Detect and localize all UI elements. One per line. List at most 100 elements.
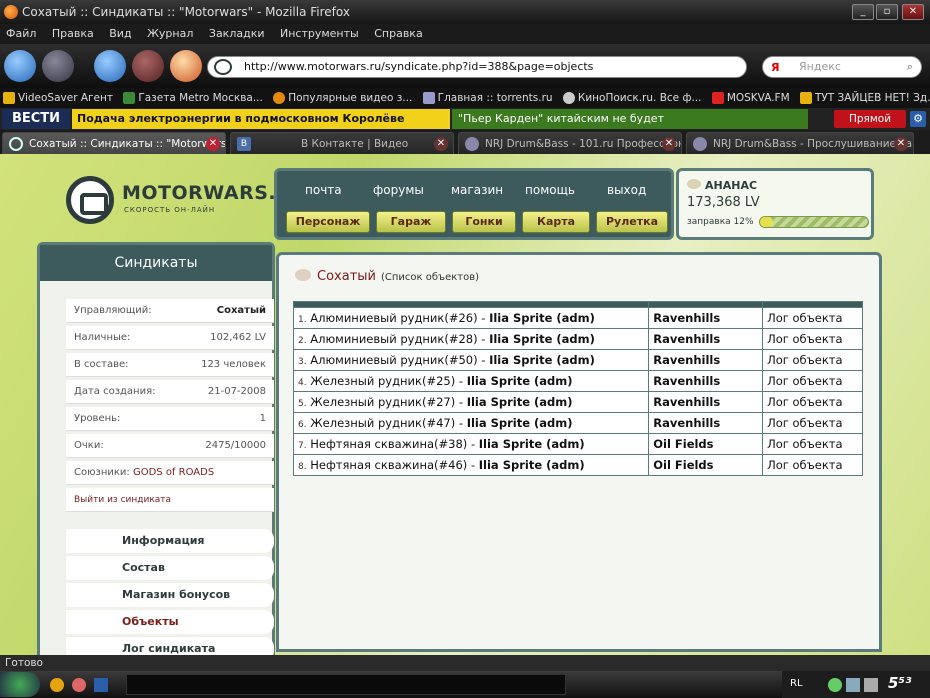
object-region[interactable]: Ravenhills	[653, 416, 720, 430]
news-ticker-2[interactable]: "Пьер Карден" китайским не будет	[452, 109, 808, 129]
start-button[interactable]	[0, 672, 40, 697]
object-name[interactable]: Железный рудник(#27)	[310, 395, 455, 409]
menu-file[interactable]: Файл	[0, 24, 42, 44]
search-icon[interactable]: ⌕	[907, 57, 913, 77]
search-input[interactable]: Я Яндекс ⌕	[762, 56, 922, 78]
object-owner[interactable]: Ilia Sprite (adm)	[467, 374, 573, 388]
bookmark-item[interactable]: Главная :: torrents.ru	[420, 88, 557, 108]
tray-icon[interactable]	[864, 678, 878, 692]
back-icon[interactable]	[4, 50, 36, 82]
bookmark-item[interactable]: ТУТ ЗАЙЦЕВ НЕТ! Зд...	[797, 88, 930, 108]
live-broadcast-button[interactable]: Прямой эфир	[834, 110, 906, 143]
bookmark-item[interactable]: Популярные видео з...	[270, 88, 416, 108]
btn-map[interactable]: Карта	[522, 211, 590, 233]
close-tab-icon[interactable]: ✕	[206, 137, 220, 151]
manager-link[interactable]: Сохатый	[217, 299, 266, 323]
quicklaunch-icon[interactable]	[72, 678, 86, 692]
nav-help[interactable]: помощь	[525, 183, 575, 197]
object-region[interactable]: Ravenhills	[653, 353, 720, 367]
clock: 5⁵³	[888, 674, 912, 692]
allies-link[interactable]: GODS of ROADS	[133, 467, 214, 478]
object-owner[interactable]: Ilia Sprite (adm)	[489, 353, 595, 367]
object-region[interactable]: Oil Fields	[653, 437, 713, 451]
menu-history[interactable]: Журнал	[141, 24, 199, 44]
bookmark-item[interactable]: VideoSaver Агент	[0, 88, 117, 108]
close-button[interactable]: ✕	[902, 4, 924, 20]
maximize-button[interactable]: ▫	[876, 4, 898, 20]
object-name[interactable]: Алюминиевый рудник(#26)	[310, 311, 477, 325]
object-owner[interactable]: Ilia Sprite (adm)	[479, 458, 585, 472]
object-region[interactable]: Ravenhills	[653, 332, 720, 346]
object-log-link[interactable]: Лог объекта	[767, 353, 842, 367]
object-name[interactable]: Железный рудник(#25)	[310, 374, 455, 388]
object-log-link[interactable]: Лог объекта	[767, 416, 842, 430]
reload-icon[interactable]	[94, 50, 126, 82]
taskbar-window-buttons[interactable]	[126, 674, 566, 695]
object-name[interactable]: Железный рудник(#47)	[310, 416, 455, 430]
object-log-link[interactable]: Лог объекта	[767, 374, 842, 388]
menu-edit[interactable]: Правка	[46, 24, 100, 44]
gear-icon[interactable]: ⚙	[910, 111, 926, 127]
object-name[interactable]: Алюминиевый рудник(#28)	[310, 332, 477, 346]
object-name[interactable]: Нефтяная скважина(#38)	[310, 437, 467, 451]
menu-syndicate-log[interactable]: Лог синдиката	[66, 637, 274, 655]
menu-bookmarks[interactable]: Закладки	[203, 24, 271, 44]
object-log-link[interactable]: Лог объекта	[767, 395, 842, 409]
bookmark-item[interactable]: Газета Metro Москва...	[120, 88, 267, 108]
close-tab-icon[interactable]: ✕	[662, 137, 676, 151]
close-tab-icon[interactable]: ✕	[894, 137, 908, 151]
tray-icon[interactable]	[828, 678, 842, 692]
object-log-link[interactable]: Лог объекта	[767, 311, 842, 325]
site-logo[interactable]: MOTORWARS.RU СКОРОСТЬ ОН-ЛАЙН	[66, 176, 307, 224]
object-owner[interactable]: Ilia Sprite (adm)	[489, 311, 595, 325]
menu-bonus-shop[interactable]: Магазин бонусов	[66, 583, 274, 607]
user-name[interactable]: АНАНАС	[705, 179, 757, 192]
nav-logout[interactable]: выход	[607, 183, 646, 197]
nav-shop[interactable]: магазин	[451, 183, 503, 197]
object-region[interactable]: Oil Fields	[653, 458, 713, 472]
minimize-button[interactable]: _	[852, 4, 874, 20]
menu-view[interactable]: Вид	[103, 24, 137, 44]
object-region[interactable]: Ravenhills	[653, 311, 720, 325]
object-owner[interactable]: Ilia Sprite (adm)	[489, 332, 595, 346]
menu-information[interactable]: Информация	[66, 529, 274, 553]
object-name[interactable]: Нефтяная скважина(#46)	[310, 458, 467, 472]
object-owner[interactable]: Ilia Sprite (adm)	[467, 416, 573, 430]
word-icon[interactable]	[94, 678, 108, 692]
menu-members[interactable]: Состав	[66, 556, 274, 580]
vesti-logo[interactable]: ВЕСТИ	[2, 109, 70, 129]
btn-races[interactable]: Гонки	[452, 211, 516, 233]
object-log-link[interactable]: Лог объекта	[767, 437, 842, 451]
quicklaunch-icon[interactable]	[50, 678, 64, 692]
object-region[interactable]: Ravenhills	[653, 395, 720, 409]
url-input[interactable]: http://www.motorwars.ru/syndicate.php?id…	[207, 56, 747, 78]
object-owner[interactable]: Ilia Sprite (adm)	[479, 437, 585, 451]
nav-mail[interactable]: почта	[305, 183, 342, 197]
menu-tools[interactable]: Инструменты	[274, 24, 365, 44]
close-tab-icon[interactable]: ✕	[434, 137, 448, 151]
btn-garage[interactable]: Гараж	[376, 211, 446, 233]
object-log-link[interactable]: Лог объекта	[767, 332, 842, 346]
bookmark-item[interactable]: КиноПоиск.ru. Все ф...	[560, 88, 706, 108]
tab-nrj-listen[interactable]: NRJ Drum&Bass - Прослушивание кан... ✕	[686, 132, 914, 154]
object-owner[interactable]: Ilia Sprite (adm)	[467, 395, 573, 409]
bookmark-item[interactable]: MOSKVA.FM	[709, 88, 794, 108]
leave-syndicate-link[interactable]: Выйти из синдиката	[66, 488, 274, 512]
news-ticker-1[interactable]: Подача электроэнергии в подмосковном Кор…	[72, 109, 450, 145]
tab-nrj-101[interactable]: NRJ Drum&Bass - 101.ru Профессион... ✕	[458, 132, 682, 154]
object-region[interactable]: Ravenhills	[653, 374, 720, 388]
tab-motorwars[interactable]: Сохатый :: Синдикаты :: "Motorwars" ✕	[2, 132, 226, 154]
nav-forums[interactable]: форумы	[373, 183, 424, 197]
menu-objects[interactable]: Объекты	[66, 610, 274, 634]
language-indicator[interactable]: RL	[790, 678, 803, 689]
object-log-link[interactable]: Лог объекта	[767, 458, 842, 472]
object-name[interactable]: Алюминиевый рудник(#50)	[310, 353, 477, 367]
forward-icon[interactable]	[42, 50, 74, 82]
stop-icon[interactable]	[132, 50, 164, 82]
home-icon[interactable]	[170, 50, 202, 82]
btn-character[interactable]: Персонаж	[286, 211, 370, 233]
btn-roulette[interactable]: Рулетка	[596, 211, 668, 233]
tray-icon[interactable]	[846, 678, 860, 692]
menu-help[interactable]: Справка	[368, 24, 428, 44]
tab-vkontakte[interactable]: B В Контакте | Видео ✕	[230, 132, 454, 154]
